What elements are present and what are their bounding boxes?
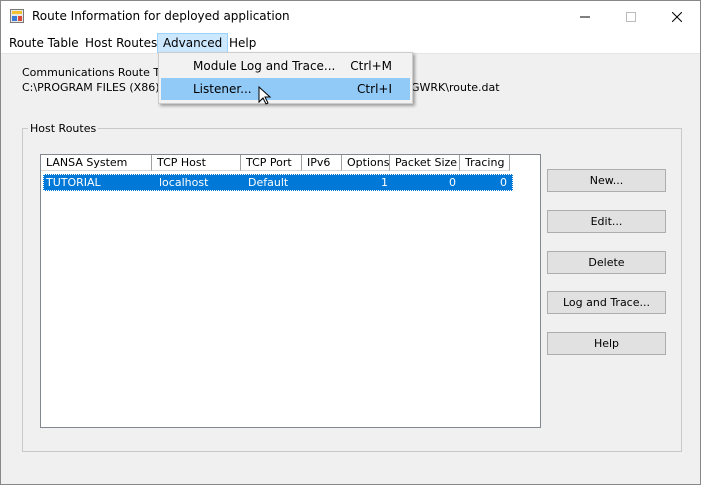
delete-button[interactable]: Delete <box>547 251 666 274</box>
minimize-button[interactable] <box>562 1 608 32</box>
column-ipv6[interactable]: IPv6 <box>302 155 342 171</box>
help-button[interactable]: Help <box>547 332 666 355</box>
menu-item-listener[interactable]: Listener... Ctrl+I <box>161 78 410 100</box>
column-tcp-port[interactable]: TCP Port <box>241 155 302 171</box>
maximize-icon <box>626 11 636 22</box>
cell-system: TUTORIAL <box>46 176 101 189</box>
menu-bar: Route Table Host Routes Advanced Help <box>1 32 700 54</box>
maximize-button[interactable] <box>608 1 654 32</box>
menu-item-shortcut: Ctrl+M <box>350 59 392 73</box>
log-and-trace-button[interactable]: Log and Trace... <box>547 291 666 314</box>
menu-item-shortcut: Ctrl+I <box>357 82 392 96</box>
edit-button[interactable]: Edit... <box>547 210 666 233</box>
menu-item-label: Module Log and Trace... <box>193 59 336 73</box>
column-packet-size[interactable]: Packet Size <box>390 155 460 171</box>
route-table-path-left: C:\PROGRAM FILES (X86)\L <box>22 81 170 94</box>
close-button[interactable] <box>654 1 700 32</box>
menu-help[interactable]: Help <box>224 34 261 52</box>
app-icon <box>10 9 24 23</box>
title-bar[interactable]: Route Information for deployed applicati… <box>1 1 700 32</box>
close-icon <box>672 11 682 22</box>
list-header: LANSA System TCP Host TCP Port IPv6 Opti… <box>41 155 540 171</box>
cell-port: Default <box>248 176 289 189</box>
host-routes-title: Host Routes <box>28 122 99 135</box>
cell-tracing: 0 <box>500 176 507 189</box>
column-tracing[interactable]: Tracing <box>460 155 510 171</box>
minimize-icon <box>580 16 590 17</box>
window-title: Route Information for deployed applicati… <box>32 9 290 23</box>
column-tcp-host[interactable]: TCP Host <box>152 155 241 171</box>
host-routes-list[interactable]: LANSA System TCP Host TCP Port IPv6 Opti… <box>40 154 541 428</box>
main-window: Route Information for deployed applicati… <box>0 0 701 485</box>
table-row[interactable]: TUTORIAL localhost Default 1 0 0 <box>43 174 513 191</box>
mouse-pointer-icon <box>258 86 272 105</box>
column-options[interactable]: Options <box>342 155 390 171</box>
new-button[interactable]: New... <box>547 169 666 192</box>
column-lansa-system[interactable]: LANSA System <box>41 155 152 171</box>
cell-packet-size: 0 <box>449 176 456 189</box>
menu-item-module-log-trace[interactable]: Module Log and Trace... Ctrl+M <box>161 55 410 77</box>
route-table-path-right: GWRK\route.dat <box>411 81 500 94</box>
menu-host-routes[interactable]: Host Routes <box>80 34 162 52</box>
cell-options: 1 <box>381 176 388 189</box>
menu-route-table[interactable]: Route Table <box>4 34 84 52</box>
menu-item-label: Listener... <box>193 82 252 96</box>
advanced-menu-dropdown: Module Log and Trace... Ctrl+M Listener.… <box>158 52 413 104</box>
menu-advanced[interactable]: Advanced <box>157 33 229 53</box>
cell-host: localhost <box>159 176 209 189</box>
